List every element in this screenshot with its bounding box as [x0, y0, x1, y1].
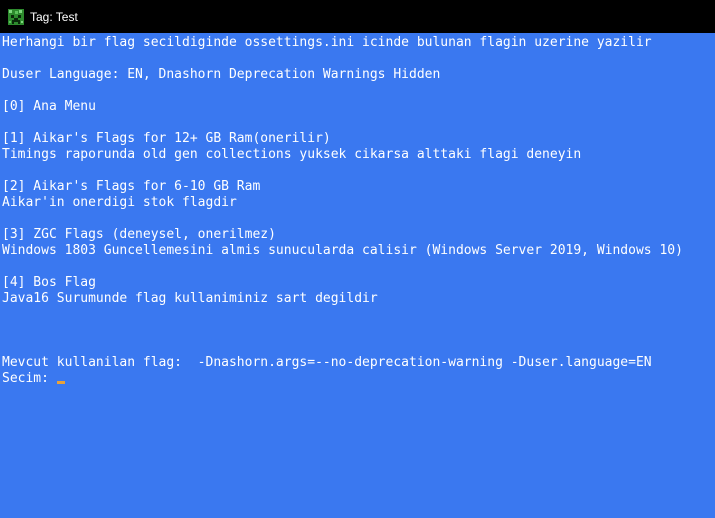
title-bar[interactable]: Tag: Test	[0, 0, 715, 33]
text-cursor	[57, 381, 65, 384]
console-line-current-flag: Mevcut kullanilan flag: -Dnashorn.args=-…	[2, 355, 652, 370]
console-line-info: Herhangi bir flag secildiginde ossetting…	[2, 35, 652, 50]
console-line-language: Duser Language: EN, Dnashorn Deprecation…	[2, 67, 441, 82]
console-line-option-2: [2] Aikar's Flags for 6-10 GB Ram	[2, 179, 261, 194]
console-line-option-1: [1] Aikar's Flags for 12+ GB Ram(onerili…	[2, 131, 331, 146]
console-line-option-1-desc: Timings raporunda old gen collections yu…	[2, 147, 582, 162]
window-title: Tag: Test	[30, 10, 78, 24]
console-line-option-3: [3] ZGC Flags (deneysel, onerilmez)	[2, 227, 276, 242]
console-output[interactable]: Herhangi bir flag secildiginde ossetting…	[0, 33, 715, 518]
creeper-app-icon	[8, 9, 24, 25]
console-line-option-4-desc: Java16 Surumunde flag kullaniminiz sart …	[2, 291, 378, 306]
console-prompt[interactable]: Secim:	[2, 371, 57, 387]
console-window: Tag: Test Herhangi bir flag secildiginde…	[0, 0, 715, 518]
console-line-option-4: [4] Bos Flag	[2, 275, 96, 290]
console-line-option-0: [0] Ana Menu	[2, 99, 96, 114]
console-line-option-3-desc: Windows 1803 Guncellemesini almis sunucu…	[2, 243, 683, 258]
console-line-option-2-desc: Aikar'in onerdigi stok flagdir	[2, 195, 237, 210]
